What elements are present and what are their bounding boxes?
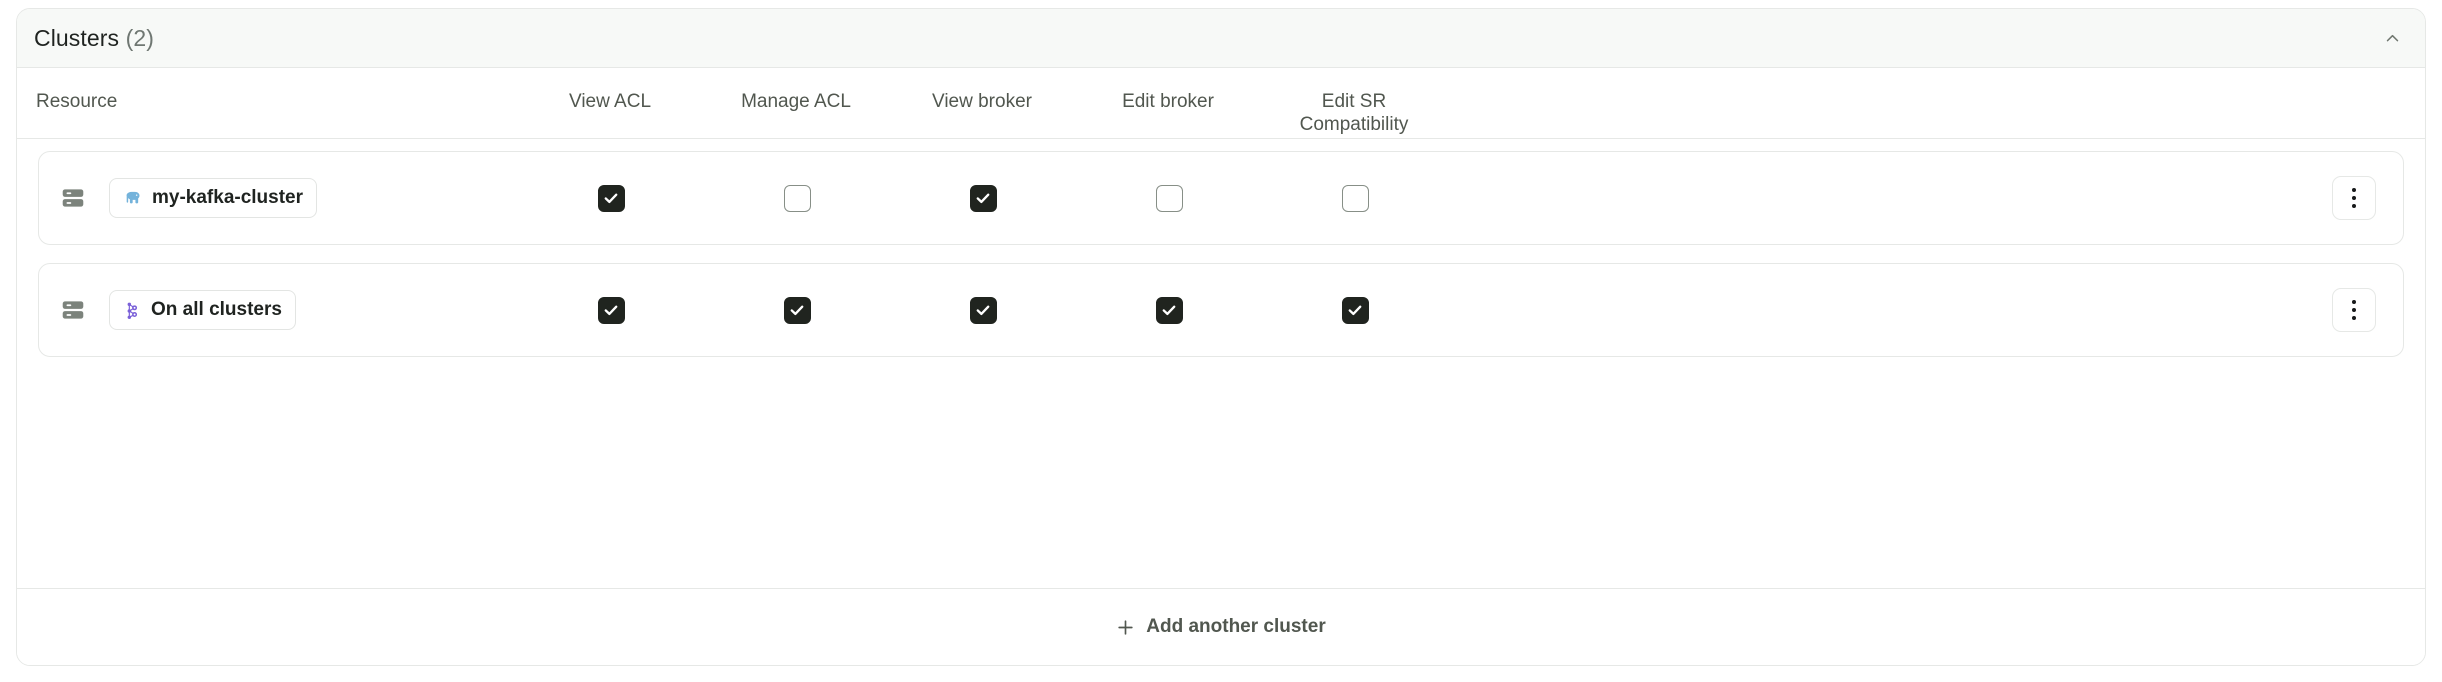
resource-chip[interactable]: my-kafka-cluster (109, 178, 318, 218)
column-header-edit-sr-compatibility: Edit SR Compatibility (1299, 91, 1409, 135)
chevron-up-icon (2386, 34, 2398, 41)
cluster-rows: my-kafka-cluster On all clusters (17, 139, 2425, 357)
add-another-cluster-label: Add another cluster (1146, 616, 1326, 637)
row-resource-cell: my-kafka-cluster (39, 178, 518, 218)
row-actions-cell (2305, 176, 2403, 220)
cell-edit-broker (1076, 296, 1262, 324)
table-header-row: Resource View ACL Manage ACL View broker… (17, 68, 2425, 139)
checkbox-edit-sr-compatibility[interactable] (1341, 184, 1369, 212)
checkbox-manage-acl[interactable] (783, 184, 811, 212)
check-icon (976, 305, 990, 316)
cell-edit-sr-compatibility (1262, 184, 1448, 212)
row-menu-button[interactable] (2332, 288, 2376, 332)
cell-view-acl (518, 296, 704, 324)
panel-footer: Add another cluster (17, 588, 2425, 665)
table-row: On all clusters (38, 263, 2404, 357)
checkbox-manage-acl[interactable] (783, 296, 811, 324)
row-menu-button[interactable] (2332, 176, 2376, 220)
column-header-view-broker: View broker (932, 91, 1032, 112)
checkbox-view-acl[interactable] (597, 296, 625, 324)
checkbox-edit-broker[interactable] (1155, 184, 1183, 212)
checkbox-view-broker[interactable] (969, 296, 997, 324)
resource-label: my-kafka-cluster (152, 187, 304, 208)
cell-manage-acl (704, 184, 890, 212)
row-resource-cell: On all clusters (39, 290, 518, 330)
column-header-manage-acl: Manage ACL (741, 91, 851, 112)
cell-view-broker (890, 296, 1076, 324)
resource-label: On all clusters (151, 299, 282, 320)
column-header-resource: Resource (36, 91, 118, 112)
cell-view-broker (890, 184, 1076, 212)
panel-count: (2) (125, 24, 155, 51)
panel-header: Clusters (2) (17, 9, 2425, 68)
column-header-view-acl: View ACL (568, 91, 652, 112)
cell-manage-acl (704, 296, 890, 324)
page-title: Clusters (2) (34, 25, 154, 52)
kebab-menu-icon (2352, 188, 2356, 208)
elephant-icon (123, 188, 143, 208)
cell-edit-broker (1076, 184, 1262, 212)
check-icon (1348, 305, 1362, 316)
row-actions-cell (2305, 288, 2403, 332)
collapse-panel-button[interactable] (2375, 21, 2409, 55)
check-icon (790, 305, 804, 316)
resource-chip[interactable]: On all clusters (109, 290, 296, 330)
check-icon (1162, 305, 1176, 316)
kebab-menu-icon (2352, 300, 2356, 320)
panel-title-text: Clusters (34, 24, 120, 51)
checkbox-view-acl[interactable] (597, 184, 625, 212)
cluster-graph-icon (123, 301, 142, 320)
check-icon (604, 305, 618, 316)
checkbox-edit-broker[interactable] (1155, 296, 1183, 324)
clusters-panel: Clusters (2) Resource View ACL Manage AC… (16, 8, 2426, 666)
check-icon (976, 193, 990, 204)
add-another-cluster-button[interactable]: Add another cluster (1110, 615, 1331, 639)
check-icon (604, 193, 618, 204)
server-icon (62, 189, 84, 207)
cell-view-acl (518, 184, 704, 212)
checkbox-edit-sr-compatibility[interactable] (1341, 296, 1369, 324)
checkbox-view-broker[interactable] (969, 184, 997, 212)
cell-edit-sr-compatibility (1262, 296, 1448, 324)
column-header-edit-broker: Edit broker (1122, 91, 1214, 112)
plus-icon (1118, 619, 1133, 635)
server-icon (62, 301, 84, 319)
table-row: my-kafka-cluster (38, 151, 2404, 245)
